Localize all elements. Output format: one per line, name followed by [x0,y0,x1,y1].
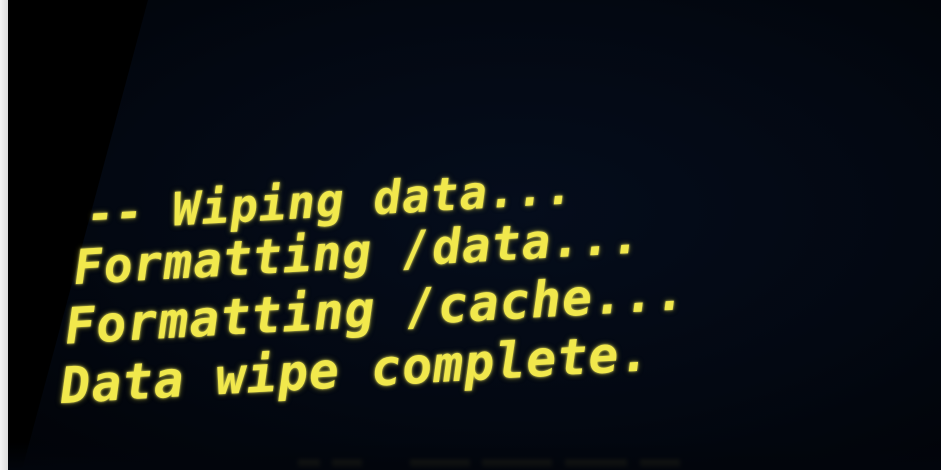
recovery-log: -- Wiping data... Formatting /data... Fo… [0,0,941,470]
bottom-fade [8,442,941,470]
recovery-screen: -- Wiping data... Formatting /data... Fo… [0,0,941,470]
